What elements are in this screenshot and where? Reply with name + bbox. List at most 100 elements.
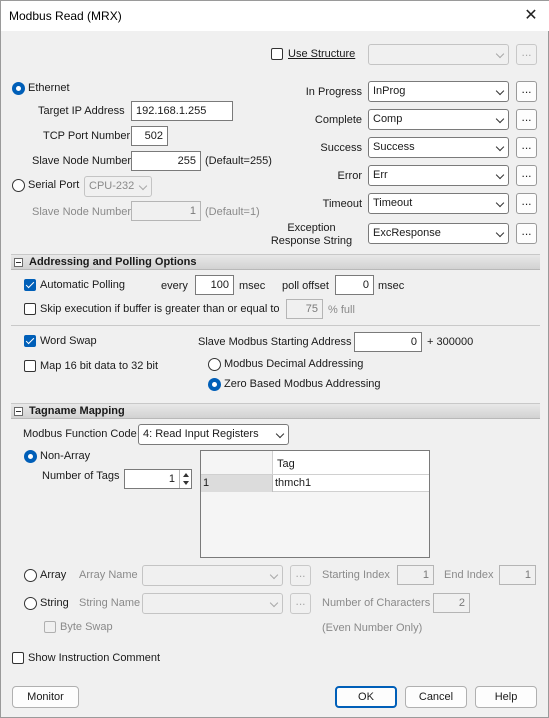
success-select[interactable]: Success — [368, 137, 509, 158]
help-button[interactable]: Help — [475, 686, 537, 708]
end-index-label: End Index — [444, 569, 494, 581]
slave-node-input[interactable]: 255 — [131, 151, 201, 171]
error-browse-button[interactable]: ... — [516, 165, 537, 186]
timeout-browse-button[interactable]: ... — [516, 193, 537, 214]
chevron-down-icon — [269, 598, 279, 608]
word-swap-checkbox[interactable] — [24, 335, 36, 347]
automatic-polling-checkbox[interactable] — [24, 279, 36, 291]
grid-row-tag-cell[interactable]: thmch1 — [273, 475, 429, 492]
error-label: Error — [337, 170, 362, 182]
skip-execution-checkbox[interactable] — [24, 303, 36, 315]
starting-index-input[interactable]: 1 — [397, 565, 434, 585]
chevron-down-icon — [495, 86, 505, 96]
ethernet-label: Ethernet — [28, 82, 70, 94]
timeout-select[interactable]: Timeout — [368, 193, 509, 214]
success-value: Success — [373, 141, 415, 153]
map-16-32-checkbox[interactable] — [24, 360, 36, 372]
non-array-radio[interactable] — [24, 450, 37, 463]
in-progress-select[interactable]: InProg — [368, 81, 509, 102]
zero-based-addressing-label: Zero Based Modbus Addressing — [224, 378, 381, 390]
end-index-input[interactable]: 1 — [499, 565, 536, 585]
zero-based-addressing-radio[interactable] — [208, 378, 221, 391]
even-number-note: (Even Number Only) — [322, 622, 423, 634]
number-of-tags-input[interactable]: 1 — [124, 469, 192, 489]
serial-port-select[interactable]: CPU-232 — [84, 176, 152, 197]
array-label: Array — [40, 569, 67, 581]
serial-slave-default: (Default=1) — [205, 206, 260, 218]
tagname-section-header[interactable]: Tagname Mapping — [11, 403, 540, 419]
complete-label: Complete — [314, 114, 362, 126]
exception-browse-button[interactable]: ... — [516, 223, 537, 244]
string-name-select[interactable] — [142, 593, 283, 614]
error-value: Err — [373, 169, 388, 181]
skip-percent-unit: % full — [328, 304, 355, 316]
ethernet-radio[interactable] — [12, 82, 25, 95]
skip-percent-input[interactable]: 75 — [286, 299, 323, 319]
byte-swap-checkbox[interactable] — [44, 621, 56, 633]
ok-button[interactable]: OK — [335, 686, 397, 708]
complete-select[interactable]: Comp — [368, 109, 509, 130]
tcp-port-input[interactable]: 502 — [131, 126, 168, 146]
array-radio[interactable] — [24, 569, 37, 582]
slave-start-address-suffix: + 300000 — [427, 336, 474, 348]
number-of-tags-spinner[interactable] — [179, 470, 191, 488]
spin-down-icon[interactable] — [183, 481, 189, 485]
decimal-addressing-radio[interactable] — [208, 358, 221, 371]
chevron-down-icon — [495, 114, 505, 124]
function-code-select[interactable]: 4: Read Input Registers — [138, 424, 289, 445]
serial-port-label: Serial Port — [28, 179, 80, 191]
in-progress-browse-button[interactable]: ... — [516, 81, 537, 102]
serial-slave-node-input[interactable]: 1 — [131, 201, 201, 221]
structure-select[interactable] — [368, 44, 509, 65]
show-comment-label: Show Instruction Comment — [28, 652, 161, 664]
chevron-down-icon — [495, 170, 505, 180]
slave-start-address-input[interactable]: 0 — [354, 332, 422, 352]
grid-row-index: 1 — [201, 475, 273, 492]
function-code-label: Modbus Function Code — [23, 428, 137, 440]
target-ip-label: Target IP Address — [38, 105, 125, 117]
target-ip-input[interactable]: 192.168.1.255 — [131, 101, 233, 121]
structure-browse-button[interactable]: ... — [516, 44, 537, 65]
addressing-section-title: Addressing and Polling Options — [29, 256, 197, 268]
grid-header-tag: Tag — [273, 451, 429, 475]
number-of-characters-label: Number of Characters — [322, 597, 431, 609]
chevron-down-icon — [275, 429, 285, 439]
map-16-32-label: Map 16 bit data to 32 bit — [40, 360, 159, 372]
serial-port-radio[interactable] — [12, 179, 25, 192]
success-browse-button[interactable]: ... — [516, 137, 537, 158]
close-icon[interactable]: ✕ — [518, 4, 544, 28]
chevron-down-icon — [495, 228, 505, 238]
array-name-label: Array Name — [79, 569, 138, 581]
spin-up-icon[interactable] — [183, 473, 189, 477]
every-input[interactable]: 100 — [195, 275, 234, 295]
array-browse-button[interactable]: ... — [290, 565, 311, 586]
poll-offset-label: poll offset — [282, 280, 329, 292]
function-code-value: 4: Read Input Registers — [143, 428, 259, 440]
string-name-label: String Name — [79, 597, 141, 609]
timeout-value: Timeout — [373, 197, 413, 209]
divider — [11, 325, 540, 326]
every-unit: msec — [239, 280, 266, 292]
collapse-icon[interactable] — [14, 407, 23, 416]
error-select[interactable]: Err — [368, 165, 509, 186]
array-name-select[interactable] — [142, 565, 283, 586]
string-radio[interactable] — [24, 597, 37, 610]
show-comment-checkbox[interactable] — [12, 652, 24, 664]
use-structure-label: Use Structure — [288, 48, 356, 60]
monitor-button[interactable]: Monitor — [12, 686, 79, 708]
complete-browse-button[interactable]: ... — [516, 109, 537, 130]
collapse-icon[interactable] — [14, 258, 23, 267]
string-browse-button[interactable]: ... — [290, 593, 311, 614]
timeout-label: Timeout — [322, 198, 362, 210]
non-array-label: Non-Array — [40, 450, 91, 462]
number-of-characters-input[interactable]: 2 — [433, 593, 470, 613]
in-progress-label: In Progress — [305, 86, 362, 98]
cancel-button[interactable]: Cancel — [405, 686, 467, 708]
slave-node-default: (Default=255) — [205, 155, 272, 167]
addressing-section-header[interactable]: Addressing and Polling Options — [11, 254, 540, 270]
exception-select[interactable]: ExcResponse — [368, 223, 509, 244]
poll-offset-input[interactable]: 0 — [335, 275, 374, 295]
use-structure-checkbox[interactable] — [271, 48, 283, 60]
tag-grid[interactable]: Tag 1 thmch1 — [200, 450, 430, 558]
exception-value: ExcResponse — [373, 227, 441, 239]
